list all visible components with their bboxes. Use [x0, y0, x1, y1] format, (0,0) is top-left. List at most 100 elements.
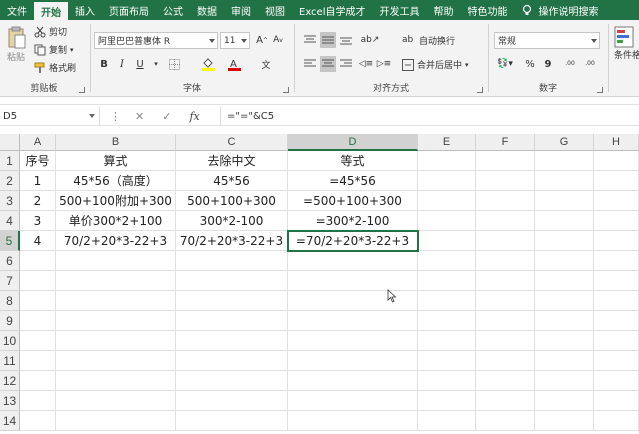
cell[interactable]: [476, 251, 535, 271]
clipboard-launcher-icon[interactable]: [79, 87, 85, 93]
cell[interactable]: 500+100+300: [176, 191, 288, 211]
cell[interactable]: [594, 231, 639, 251]
cell[interactable]: [288, 291, 418, 311]
cell[interactable]: [535, 191, 594, 211]
cell[interactable]: [56, 291, 176, 311]
format-painter-button[interactable]: 格式刷: [34, 61, 76, 74]
paste-button[interactable]: 粘贴: [4, 26, 28, 63]
cell[interactable]: [176, 411, 288, 431]
cell[interactable]: [418, 411, 476, 431]
cell[interactable]: [594, 411, 639, 431]
cell[interactable]: 单价300*2+100: [56, 211, 176, 231]
cell[interactable]: [56, 391, 176, 411]
cell[interactable]: [418, 151, 476, 171]
cell[interactable]: 4: [20, 231, 56, 251]
decrease-decimal-button[interactable]: .00: [582, 56, 598, 72]
tab-help[interactable]: 帮助: [427, 0, 461, 20]
percent-button[interactable]: %: [522, 56, 538, 72]
tab-file[interactable]: 文件: [0, 0, 34, 20]
cell[interactable]: 45*56: [176, 171, 288, 191]
cell[interactable]: [418, 271, 476, 291]
cell[interactable]: 300*2-100: [176, 211, 288, 231]
cell[interactable]: =500+100+300: [288, 191, 418, 211]
orientation-button[interactable]: ab↗: [361, 32, 380, 48]
row-header[interactable]: 9: [0, 311, 20, 331]
cell[interactable]: [418, 371, 476, 391]
cell[interactable]: 2: [20, 191, 56, 211]
tab-view[interactable]: 视图: [258, 0, 292, 20]
cell[interactable]: [56, 311, 176, 331]
cell[interactable]: [535, 271, 594, 291]
cell[interactable]: [535, 291, 594, 311]
cell[interactable]: [418, 331, 476, 351]
increase-decimal-button[interactable]: .00: [562, 56, 578, 72]
formula-input[interactable]: ="="&C5: [220, 107, 639, 125]
italic-button[interactable]: I: [114, 56, 130, 72]
cell[interactable]: [594, 291, 639, 311]
cell[interactable]: [476, 171, 535, 191]
cell[interactable]: 序号: [20, 151, 56, 171]
shrink-font-button[interactable]: Av: [270, 32, 286, 48]
fill-color-button[interactable]: [200, 56, 216, 72]
align-middle-button[interactable]: [320, 32, 336, 48]
column-header[interactable]: C: [176, 134, 288, 151]
column-header[interactable]: G: [535, 134, 594, 151]
cell[interactable]: [20, 411, 56, 431]
font-size-select[interactable]: 11: [220, 32, 250, 49]
cell[interactable]: [176, 331, 288, 351]
row-header[interactable]: 3: [0, 191, 20, 211]
underline-dropdown-icon[interactable]: ▾: [148, 56, 164, 72]
cell[interactable]: [418, 311, 476, 331]
enter-icon[interactable]: ✓: [162, 110, 171, 123]
cell[interactable]: [288, 391, 418, 411]
cell[interactable]: [418, 351, 476, 371]
cell[interactable]: [288, 331, 418, 351]
cell[interactable]: [56, 411, 176, 431]
cell[interactable]: [476, 191, 535, 211]
cell[interactable]: 算式: [56, 151, 176, 171]
cell[interactable]: [594, 371, 639, 391]
cell[interactable]: 去除中文: [176, 151, 288, 171]
copy-dropdown-icon[interactable]: ▾: [70, 46, 74, 54]
cell[interactable]: [20, 351, 56, 371]
row-header[interactable]: 5: [0, 231, 20, 251]
cell[interactable]: 70/2+20*3-22+3: [176, 231, 288, 251]
cell[interactable]: [288, 411, 418, 431]
cell[interactable]: [176, 371, 288, 391]
underline-button[interactable]: U: [132, 56, 148, 72]
cell[interactable]: [418, 291, 476, 311]
conditional-formatting-button[interactable]: 条件格: [614, 26, 639, 61]
tab-formulas[interactable]: 公式: [156, 0, 190, 20]
cell[interactable]: [56, 271, 176, 291]
borders-button[interactable]: [166, 56, 182, 72]
cell[interactable]: [56, 251, 176, 271]
cell[interactable]: [594, 351, 639, 371]
number-launcher-icon[interactable]: [597, 87, 603, 93]
cell[interactable]: [535, 351, 594, 371]
cell[interactable]: [418, 391, 476, 411]
cell[interactable]: [535, 251, 594, 271]
cell[interactable]: [594, 191, 639, 211]
tab-page-layout[interactable]: 页面布局: [102, 0, 156, 20]
cell[interactable]: =300*2-100: [288, 211, 418, 231]
cell[interactable]: 70/2+20*3-22+3: [56, 231, 176, 251]
cell[interactable]: [594, 151, 639, 171]
select-all-corner[interactable]: [0, 134, 20, 151]
cell[interactable]: [56, 371, 176, 391]
cell[interactable]: [288, 311, 418, 331]
cell[interactable]: [418, 251, 476, 271]
align-left-button[interactable]: [302, 56, 318, 72]
insert-function-icon[interactable]: fx: [189, 110, 199, 123]
cell[interactable]: =70/2+20*3-22+3: [287, 230, 419, 252]
row-header[interactable]: 12: [0, 371, 20, 391]
cell[interactable]: [535, 151, 594, 171]
cell[interactable]: [288, 371, 418, 391]
column-header[interactable]: D: [288, 134, 418, 151]
cell[interactable]: [594, 271, 639, 291]
row-header[interactable]: 13: [0, 391, 20, 411]
tab-developer[interactable]: 开发工具: [373, 0, 427, 20]
cell[interactable]: [476, 271, 535, 291]
cell[interactable]: [535, 371, 594, 391]
align-top-button[interactable]: [302, 32, 318, 48]
row-header[interactable]: 2: [0, 171, 20, 191]
